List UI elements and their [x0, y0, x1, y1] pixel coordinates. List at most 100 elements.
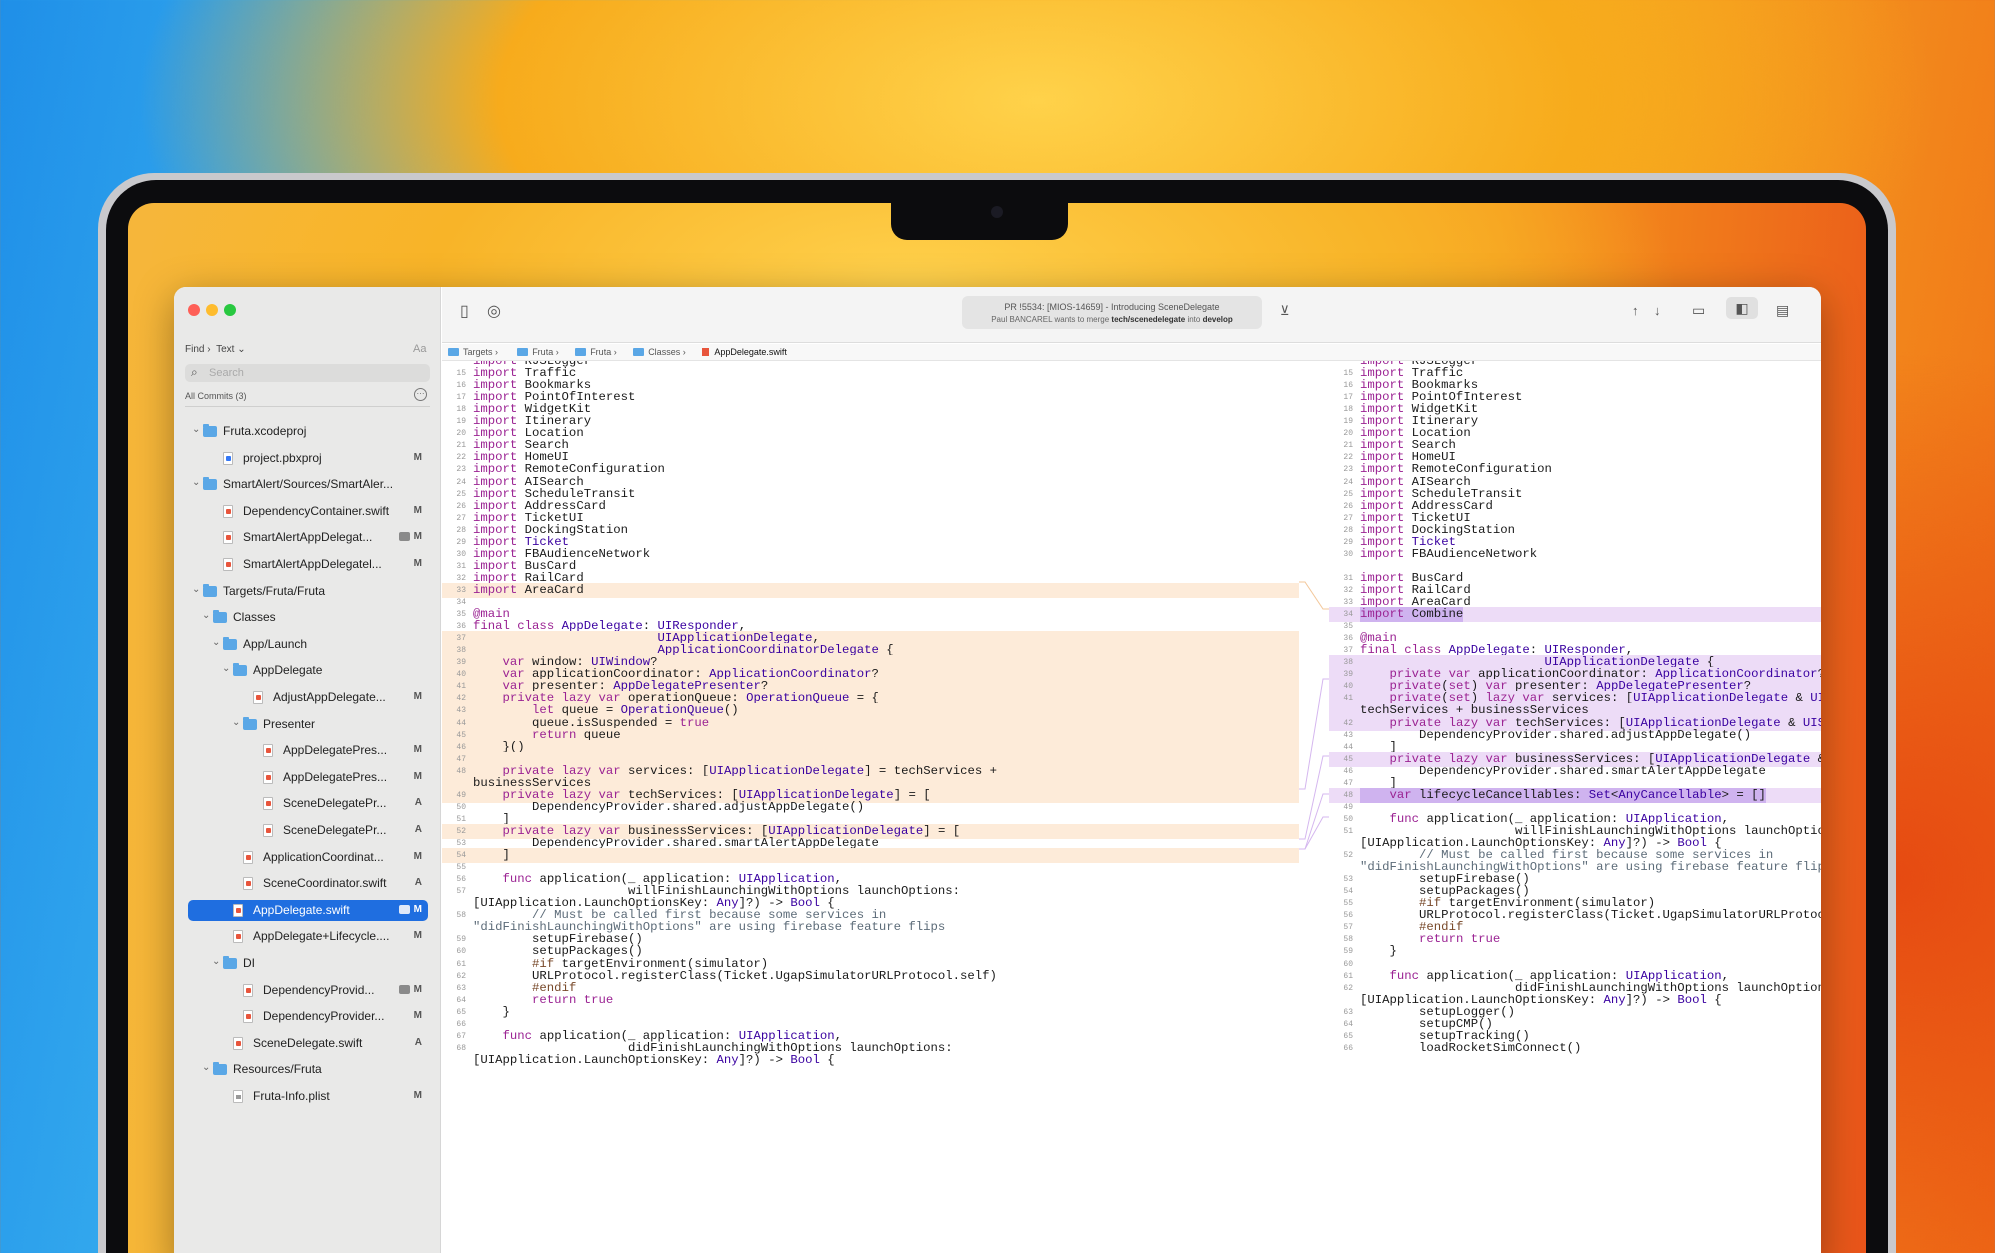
file-icon	[223, 451, 233, 465]
find-mode[interactable]: Text ⌄	[216, 344, 246, 355]
arrow-down-icon[interactable]: ↓	[1654, 303, 1661, 318]
toolbar: ▯ ◎ PR !5534: [MIOS-14659] - Introducing…	[442, 287, 1821, 343]
swift-file-icon	[233, 1036, 243, 1050]
comment-icon[interactable]	[399, 984, 410, 994]
diff-right-pane[interactable]: import RJSLogger 15 import Traffic 16 import…	[1329, 361, 1821, 1253]
swift-file-icon	[223, 531, 233, 545]
breadcrumb: Targets › Fruta › Fruta › Classes › AppDeleg…	[442, 344, 1821, 361]
status-badge: M	[413, 504, 422, 516]
tree-folder[interactable]: ⌄ Presenter	[188, 714, 428, 735]
chevron-down-icon[interactable]: ⌄	[232, 717, 242, 728]
tree-file[interactable]: DependencyProvider... M	[188, 1006, 428, 1027]
tree-file[interactable]: AppDelegate+Lifecycle.... M	[188, 926, 428, 947]
minimize-window-button[interactable]	[206, 304, 218, 316]
tree-file[interactable]: AppDelegatePres... M	[188, 767, 428, 788]
tree-item-label: Presenter	[263, 716, 316, 731]
tree-folder[interactable]: ⌄ DI	[188, 953, 428, 974]
more-options-icon[interactable]: ···	[414, 388, 427, 401]
swift-file-icon	[243, 877, 253, 891]
status-badge: M	[413, 451, 422, 463]
tree-file[interactable]: AppDelegate.swift M	[188, 899, 428, 921]
tree-file[interactable]: Fruta-Info.plist M	[188, 1086, 428, 1107]
book-icon[interactable]: ▯	[460, 301, 469, 321]
tree-folder[interactable]: ⌄ AppDelegate	[188, 660, 428, 681]
file-icon	[233, 1090, 243, 1103]
tree-file[interactable]: SceneCoordinator.swift A	[188, 873, 428, 894]
close-window-button[interactable]	[188, 304, 200, 316]
folder-icon	[203, 583, 217, 597]
zoom-window-button[interactable]	[224, 304, 236, 316]
chevron-down-icon[interactable]: ⌄	[192, 584, 202, 595]
tree-folder[interactable]: ⌄ Fruta.xcodeproj	[188, 421, 428, 442]
breadcrumb-item[interactable]: AppDelegate.swift	[702, 347, 787, 357]
tree-item-label: AppDelegatePres...	[283, 769, 388, 784]
tree-item-label: DependencyContainer.swift	[243, 503, 390, 518]
line-number: 66	[1343, 1043, 1353, 1053]
status-badge: M	[413, 1010, 422, 1022]
code-line[interactable]: 66 loadRocketSimConnect()	[1329, 1041, 1821, 1056]
tree-file[interactable]: DependencyContainer.swift M	[188, 501, 428, 522]
breadcrumb-item[interactable]: Fruta ›	[575, 347, 617, 357]
layout-split-icon[interactable]: ◧	[1726, 297, 1758, 319]
tree-file[interactable]: AdjustAppDelegate... M	[188, 687, 428, 708]
tree-item-label: SceneDelegatePr...	[283, 823, 387, 837]
tree-folder[interactable]: ⌄ App/Launch	[188, 634, 428, 655]
layout-inspector-icon[interactable]: ▤	[1776, 302, 1789, 319]
sidebar: Find › Text ⌄ Aa ⌕ Search All Commits (3…	[174, 287, 441, 1253]
commits-filter[interactable]: All Commits (3)	[185, 391, 247, 401]
arrow-up-icon[interactable]: ↑	[1632, 303, 1639, 318]
breadcrumb-item[interactable]: Targets ›	[448, 347, 498, 357]
swift-file-icon	[263, 770, 273, 784]
chevron-down-icon[interactable]: ⌄	[192, 477, 202, 488]
tree-folder[interactable]: ⌄ Resources/Fruta	[188, 1059, 428, 1080]
breadcrumb-item[interactable]: Fruta ›	[517, 347, 559, 357]
tree-item-label: DependencyProvid...	[263, 982, 375, 997]
diff-left-pane[interactable]: import RJSLogger 15 import Traffic 16 import…	[442, 361, 1299, 1253]
tree-item-label: Classes	[233, 610, 276, 625]
code-line[interactable]: [UIApplication.LaunchOptionsKey: Any]?) …	[442, 1053, 1299, 1068]
comment-icon[interactable]	[399, 904, 410, 914]
search-icon: ⌕	[191, 365, 198, 379]
chevron-down-icon[interactable]: ⌄	[192, 424, 202, 435]
breadcrumb-item[interactable]: Classes ›	[633, 347, 686, 357]
chevron-down-icon[interactable]: ⌄	[222, 663, 232, 674]
tree-item-label: AppDelegate	[253, 663, 323, 678]
tree-file[interactable]: project.pbxproj M	[188, 448, 428, 469]
status-badge: M	[413, 691, 422, 702]
compass-icon[interactable]: ◎	[487, 301, 501, 321]
chevron-down-icon[interactable]: ⌄	[212, 956, 222, 967]
tree-item-label: DependencyProvider...	[263, 1009, 385, 1024]
tree-file[interactable]: SceneDelegatePr... A	[188, 793, 428, 814]
divider	[185, 406, 430, 407]
tree-file[interactable]: SceneDelegate.swift A	[188, 1033, 428, 1054]
tree-file[interactable]: AppDelegatePres... M	[188, 740, 428, 761]
chevron-down-icon[interactable]: ⌄	[202, 610, 212, 621]
pull-request-title[interactable]: PR !5534: [MIOS-14659] - Introducing Sce…	[962, 296, 1262, 329]
code-text: loadRocketSimConnect()	[1360, 1040, 1582, 1055]
tree-item-label: SceneCoordinator.swift	[263, 876, 387, 891]
tree-file[interactable]: SceneDelegatePr... A	[188, 820, 428, 841]
find-selector[interactable]: Find › Text ⌄	[185, 344, 246, 355]
status-badge: A	[414, 797, 422, 809]
tree-folder[interactable]: ⌄ SmartAlert/Sources/SmartAler...	[188, 474, 428, 495]
tree-folder[interactable]: ⌄ Classes	[188, 607, 428, 628]
tree-file[interactable]: SmartAlertAppDelegat... M	[188, 527, 428, 548]
folder-icon	[203, 477, 217, 491]
find-label[interactable]: Find ›	[185, 344, 211, 355]
tree-file[interactable]: DependencyProvid... M	[188, 980, 428, 1001]
comment-icon[interactable]	[399, 532, 410, 542]
tree-file[interactable]: ApplicationCoordinat... M	[188, 847, 428, 868]
tree-file[interactable]: SmartAlertAppDelegatel... M	[188, 554, 428, 575]
layout-bottom-icon[interactable]: ▭	[1692, 302, 1705, 319]
search-field[interactable]: ⌕ Search	[185, 364, 430, 382]
code-text: [UIApplication.LaunchOptionsKey: Any]?) …	[473, 1052, 835, 1067]
search-placeholder: Search	[209, 367, 244, 379]
status-badge: A	[414, 1036, 422, 1048]
chevron-down-icon[interactable]: ⌄	[212, 637, 222, 648]
match-case-toggle[interactable]: Aa	[413, 343, 426, 355]
chevron-down-icon[interactable]: ⌄	[202, 1062, 212, 1073]
tray-icon[interactable]: ⊻	[1280, 303, 1290, 319]
tree-item-label: Targets/Fruta/Fruta	[223, 583, 326, 598]
camera-notch	[891, 203, 1068, 240]
tree-folder[interactable]: ⌄ Targets/Fruta/Fruta	[188, 581, 428, 602]
